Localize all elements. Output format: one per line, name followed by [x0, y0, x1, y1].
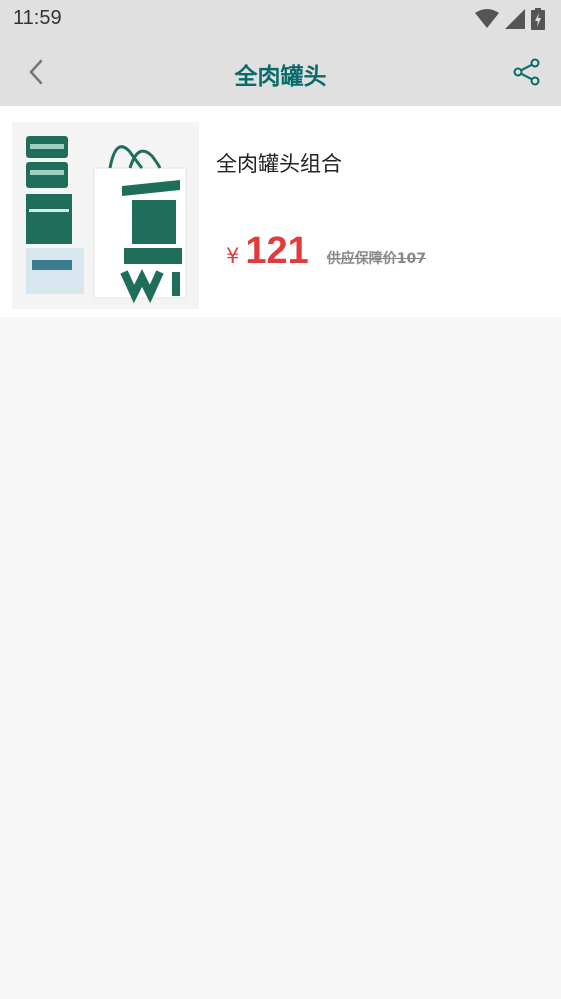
status-time: 11:59 [13, 7, 62, 29]
product-image-graphic [12, 122, 199, 309]
page-title: 全肉罐头 [234, 64, 327, 90]
currency-symbol: ¥ [226, 244, 240, 268]
share-icon [513, 58, 540, 86]
share-button[interactable] [509, 54, 545, 90]
status-icons [475, 8, 545, 30]
price-row: ¥ 121 供应保障价107 [226, 230, 426, 274]
battery-icon [531, 8, 545, 30]
product-card[interactable]: 全肉罐头组合 ¥ 121 供应保障价107 [0, 106, 561, 317]
signal-icon [505, 9, 525, 29]
wifi-icon [475, 9, 499, 28]
product-name[interactable]: 全肉罐头组合 [216, 148, 342, 178]
original-price: 供应保障价107 [326, 251, 427, 267]
nav-bar: 全肉罐头 [0, 40, 561, 106]
product-image[interactable] [12, 122, 199, 309]
product-price: 121 [245, 230, 309, 272]
status-bar: 11:59 [0, 0, 561, 40]
